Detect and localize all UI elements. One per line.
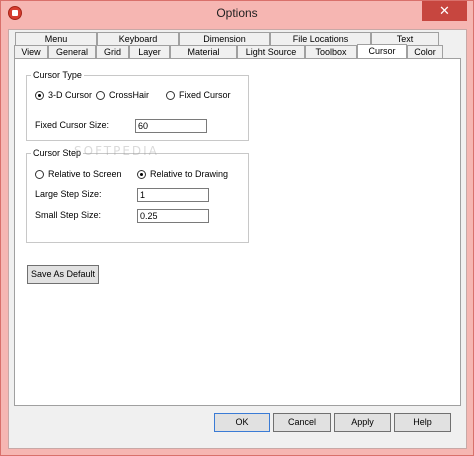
radio-label: Relative to Screen (48, 169, 122, 179)
radio-checked-icon (137, 169, 146, 179)
radio-crosshair[interactable]: CrossHair (96, 90, 149, 100)
radio-unchecked-icon (96, 90, 105, 100)
apply-button[interactable]: Apply (334, 413, 391, 432)
tab-file-locations[interactable]: File Locations (270, 32, 371, 45)
cursor-type-legend: Cursor Type (31, 70, 84, 80)
cursor-tab-panel: Cursor Type 3-D Cursor CrossHair Fixed C… (14, 58, 461, 406)
tab-dimension[interactable]: Dimension (179, 32, 270, 45)
cursor-step-group: Cursor Step Relative to Screen Relative … (26, 148, 249, 243)
radio-fixed-cursor[interactable]: Fixed Cursor (166, 90, 231, 100)
cursor-type-group: Cursor Type 3-D Cursor CrossHair Fixed C… (26, 70, 249, 141)
radio-label: Fixed Cursor (179, 90, 231, 100)
help-button[interactable]: Help (394, 413, 451, 432)
radio-label: Relative to Drawing (150, 169, 229, 179)
large-step-size-label: Large Step Size: (35, 189, 102, 199)
window-title: Options (216, 6, 258, 20)
tab-cursor[interactable]: Cursor (357, 44, 407, 58)
tab-keyboard[interactable]: Keyboard (97, 32, 179, 45)
tab-toolbox[interactable]: Toolbox (305, 45, 357, 58)
cancel-button[interactable]: Cancel (273, 413, 331, 432)
dialog-button-bar: OK Cancel Apply Help (9, 413, 466, 448)
radio-unchecked-icon (166, 90, 175, 100)
tab-color[interactable]: Color (407, 45, 443, 58)
fixed-cursor-size-field[interactable] (135, 119, 207, 133)
radio-checked-icon (35, 90, 44, 100)
dialog-client: Menu Keyboard Dimension File Locations T… (8, 29, 467, 449)
small-step-size-field[interactable] (137, 209, 209, 223)
save-as-default-button[interactable]: Save As Default (27, 265, 99, 284)
radio-3d-cursor[interactable]: 3-D Cursor (35, 90, 92, 100)
radio-label: CrossHair (109, 90, 150, 100)
large-step-size-field[interactable] (137, 188, 209, 202)
close-button[interactable]: ✕ (422, 1, 467, 21)
cursor-step-legend: Cursor Step (31, 148, 84, 158)
fixed-cursor-size-label: Fixed Cursor Size: (35, 120, 110, 130)
tab-grid[interactable]: Grid (96, 45, 129, 58)
radio-relative-to-screen[interactable]: Relative to Screen (35, 169, 122, 179)
radio-relative-to-drawing[interactable]: Relative to Drawing (137, 169, 228, 179)
tab-general[interactable]: General (48, 45, 96, 58)
ok-button[interactable]: OK (214, 413, 270, 432)
tab-view[interactable]: View (14, 45, 48, 58)
tab-layer[interactable]: Layer (129, 45, 170, 58)
title-bar[interactable]: Options ✕ (1, 1, 473, 25)
radio-unchecked-icon (35, 169, 44, 179)
tab-menu[interactable]: Menu (15, 32, 97, 45)
radio-label: 3-D Cursor (48, 90, 93, 100)
tab-material[interactable]: Material (170, 45, 237, 58)
tab-light-source[interactable]: Light Source (237, 45, 305, 58)
options-window: Options ✕ Menu Keyboard Dimension File L… (0, 0, 474, 456)
small-step-size-label: Small Step Size: (35, 210, 102, 220)
